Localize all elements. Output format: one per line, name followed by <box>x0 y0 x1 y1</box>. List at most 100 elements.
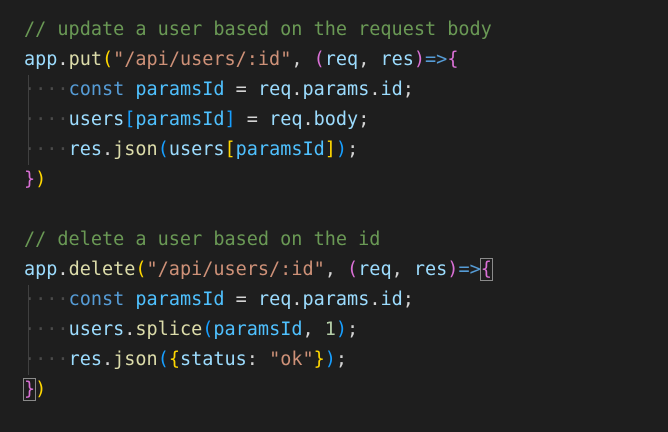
code-token: "ok" <box>269 349 314 370</box>
code-token: paramsId <box>213 319 303 340</box>
code-token: 1 <box>324 319 336 340</box>
code-token: status <box>179 349 247 370</box>
code-token: users <box>168 139 225 160</box>
code-token: app <box>24 259 58 280</box>
code-token: users <box>68 109 125 130</box>
code-token: . <box>57 259 69 280</box>
code-token: ] <box>224 109 236 130</box>
code-line[interactable]: ····users[paramsId] = req.body; <box>0 105 668 135</box>
code-token: = <box>235 109 270 130</box>
code-token: . <box>291 79 303 100</box>
code-token: ( <box>101 49 114 70</box>
code-line[interactable]: ····const paramsId = req.params.id; <box>0 285 668 315</box>
code-token: => <box>425 49 448 70</box>
code-token: . <box>101 139 114 160</box>
code-token: const <box>68 289 125 310</box>
code-token: "/api/users/:id" <box>113 49 292 70</box>
code-token: = <box>224 289 258 310</box>
code-token: . <box>101 349 114 370</box>
indent-guide <box>28 135 29 165</box>
code-token: paramsId <box>135 289 225 310</box>
code-token: ) <box>447 259 459 280</box>
code-token: , <box>391 259 414 280</box>
code-token: . <box>369 289 381 310</box>
code-token: : <box>246 349 270 370</box>
code-line[interactable]: ····users.splice(paramsId, 1); <box>0 315 668 345</box>
code-token: ) <box>324 349 336 370</box>
code-token: ( <box>202 319 214 340</box>
code-token: ] <box>324 139 336 160</box>
code-token: paramsId <box>235 139 325 160</box>
code-token: } <box>24 169 36 190</box>
whitespace-marker: ···· <box>24 289 69 310</box>
code-token: . <box>291 289 303 310</box>
code-token: paramsId <box>135 109 225 130</box>
code-token: ( <box>135 259 147 280</box>
code-token: req <box>358 259 392 280</box>
code-line[interactable]: }) <box>0 375 668 405</box>
code-line[interactable]: }) <box>0 165 668 195</box>
code-token: = <box>224 79 258 100</box>
indent-guide <box>28 75 29 105</box>
code-token: res <box>413 259 448 280</box>
code-token: ; <box>402 289 414 310</box>
code-token: , <box>358 49 381 70</box>
code-line[interactable]: ····res.json(users[paramsId]); <box>0 135 668 165</box>
whitespace-marker: ···· <box>24 79 69 100</box>
code-token: req <box>257 79 292 100</box>
code-token: , <box>302 319 325 340</box>
indent-guide <box>28 315 29 345</box>
code-token: ; <box>402 79 414 100</box>
code-token: json <box>113 349 158 370</box>
code-line[interactable]: app.put("/api/users/:id", (req, res)=>{ <box>0 45 668 75</box>
code-token: // update a user based on the request bo… <box>24 19 492 40</box>
whitespace-marker: ···· <box>24 319 69 340</box>
code-token: users <box>68 319 125 340</box>
code-token: { <box>168 349 180 370</box>
code-token: ) <box>35 169 47 190</box>
code-token: res <box>68 139 102 160</box>
code-token: app <box>24 49 58 70</box>
code-token: id <box>380 289 403 310</box>
code-token: ( <box>313 49 325 70</box>
whitespace-marker: ···· <box>24 349 69 370</box>
code-token: [ <box>224 139 236 160</box>
code-line[interactable]: ····const paramsId = req.params.id; <box>0 75 668 105</box>
code-token: => <box>458 259 481 280</box>
code-token: . <box>57 49 69 70</box>
code-token: res <box>380 49 414 70</box>
code-token: ( <box>157 139 169 160</box>
code-lines: // update a user based on the request bo… <box>0 15 668 405</box>
code-token: ; <box>347 139 359 160</box>
code-token: } <box>22 378 37 401</box>
code-token: ) <box>335 319 348 340</box>
code-token: "/api/users/:id" <box>146 259 325 280</box>
indent-guide <box>28 105 29 135</box>
code-line[interactable] <box>0 195 668 225</box>
indent-guide <box>28 285 29 315</box>
code-line[interactable]: // delete a user based on the id <box>0 225 668 255</box>
code-token: json <box>113 139 158 160</box>
code-token: put <box>68 49 102 70</box>
code-token: ) <box>35 379 47 400</box>
code-token: ) <box>413 49 426 70</box>
code-token: . <box>124 319 136 340</box>
code-token: . <box>302 109 314 130</box>
code-token: req <box>324 49 359 70</box>
code-token: } <box>313 349 325 370</box>
code-line[interactable]: app.delete("/api/users/:id", (req, res)=… <box>0 255 668 285</box>
code-line[interactable]: ····res.json({status: "ok"}); <box>0 345 668 375</box>
indent-guide <box>28 345 29 375</box>
code-token: paramsId <box>135 79 225 100</box>
code-line[interactable]: // update a user based on the request bo… <box>0 15 668 45</box>
code-token: . <box>369 79 381 100</box>
code-editor[interactable]: // update a user based on the request bo… <box>0 0 668 432</box>
code-token: res <box>68 349 102 370</box>
code-token: body <box>313 109 359 130</box>
code-token: delete <box>68 259 136 280</box>
whitespace-marker: ···· <box>24 109 69 130</box>
code-token: ( <box>347 259 359 280</box>
code-token: params <box>302 79 370 100</box>
